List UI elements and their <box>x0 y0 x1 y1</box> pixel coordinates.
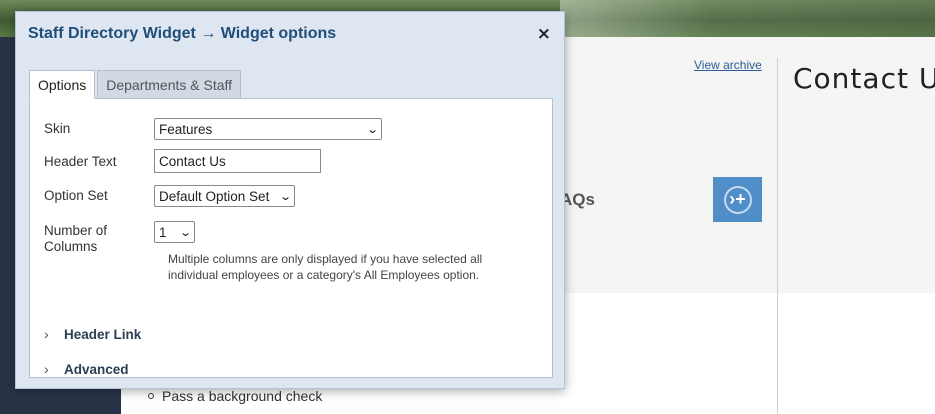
bullet-icon <box>148 393 154 399</box>
header-link-section[interactable]: › Header Link <box>44 326 141 342</box>
skin-label: Skin <box>44 121 71 136</box>
widget-options-dialog: Staff Directory Widget → Widget options … <box>15 11 565 389</box>
list-item-text: Pass a background check <box>162 388 323 404</box>
close-icon[interactable]: × <box>537 24 551 44</box>
columns-row: Number of Columns 1 ⌄ <box>44 221 195 255</box>
options-panel: Skin Features ⌄ Header Text Contact Us O… <box>29 98 553 378</box>
chevron-down-icon: ⌄ <box>365 123 379 136</box>
chevron-down-icon: ⌄ <box>178 226 192 239</box>
header-text-input[interactable]: Contact Us <box>154 149 321 173</box>
faq-expand-button[interactable]: ›+ <box>713 177 762 222</box>
chevron-right-icon: › <box>44 361 49 377</box>
advanced-section[interactable]: › Advanced <box>44 361 129 377</box>
header-text-row: Header Text Contact Us <box>44 149 321 173</box>
faq-heading: AQs <box>560 190 595 209</box>
header-text-label: Header Text <box>44 154 117 169</box>
columns-select-value: 1 <box>159 224 167 240</box>
list-item: Pass a background check <box>148 388 322 404</box>
contact-heading: Contact U <box>793 62 935 95</box>
dialog-title: Staff Directory Widget → Widget options <box>28 25 337 42</box>
option-set-row: Option Set Default Option Set ⌄ <box>44 185 295 207</box>
view-archive-link[interactable]: View archive <box>694 58 762 72</box>
advanced-label: Advanced <box>64 361 129 377</box>
tab-bar: Options Departments & Staff <box>29 70 242 99</box>
skin-select[interactable]: Features ⌄ <box>154 118 382 140</box>
option-set-select[interactable]: Default Option Set ⌄ <box>154 185 295 207</box>
skin-row: Skin Features ⌄ <box>44 118 382 140</box>
columns-hint: Multiple columns are only displayed if y… <box>168 252 483 282</box>
option-set-select-value: Default Option Set <box>159 188 270 204</box>
skin-select-value: Features <box>159 121 213 137</box>
arrow-plus-icon: ›+ <box>723 185 752 214</box>
chevron-down-icon: ⌄ <box>278 190 292 203</box>
tab-options[interactable]: Options <box>29 70 96 99</box>
option-set-label: Option Set <box>44 188 108 203</box>
chevron-right-icon: › <box>44 326 49 342</box>
header-link-label: Header Link <box>64 326 142 342</box>
columns-select[interactable]: 1 ⌄ <box>154 221 195 243</box>
columns-label: Number of Columns <box>44 223 108 254</box>
tab-departments-staff[interactable]: Departments & Staff <box>97 70 242 99</box>
column-divider <box>777 58 778 414</box>
